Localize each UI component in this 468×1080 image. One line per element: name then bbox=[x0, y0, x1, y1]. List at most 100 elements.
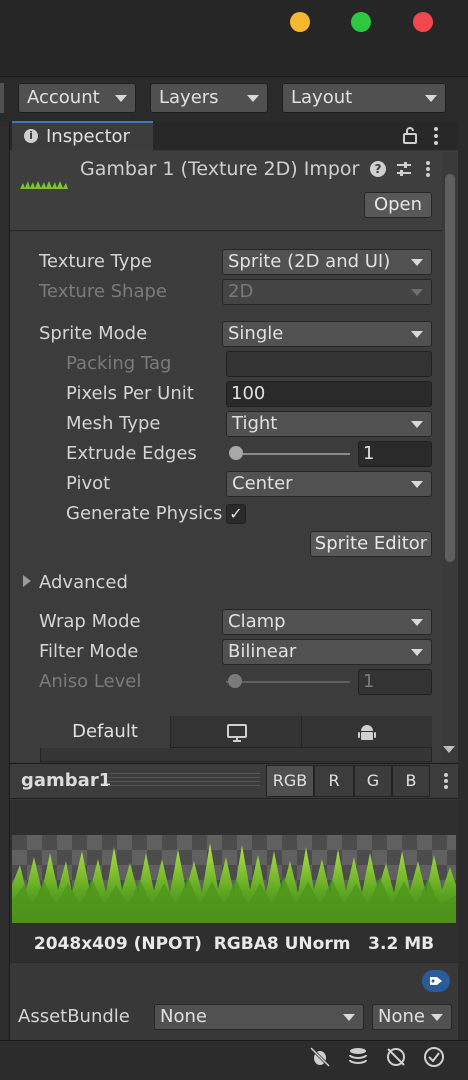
pixels-per-unit-field[interactable]: 100 bbox=[226, 381, 432, 407]
mesh-type-label: Mesh Type bbox=[66, 413, 161, 434]
pivot-value: Center bbox=[232, 473, 293, 494]
preview-more-icon[interactable] bbox=[440, 772, 452, 790]
mesh-type-value: Tight bbox=[232, 413, 278, 434]
scrollbar-thumb[interactable] bbox=[445, 174, 455, 562]
status-check-icon[interactable] bbox=[420, 1045, 448, 1073]
chevron-down-icon bbox=[425, 95, 437, 102]
chevron-down-icon bbox=[411, 619, 423, 626]
packing-tag-field bbox=[226, 351, 432, 377]
generate-physics-label: Generate Physics bbox=[66, 503, 223, 524]
wrap-mode-dropdown[interactable]: Clamp bbox=[222, 609, 432, 635]
channel-rgb-label: RGB bbox=[272, 771, 308, 790]
chevron-down-icon bbox=[411, 421, 423, 428]
extrude-edges-slider[interactable] bbox=[230, 453, 350, 455]
chevron-down-icon bbox=[431, 1014, 443, 1021]
chevron-down-icon bbox=[411, 259, 423, 266]
cache-server-icon[interactable] bbox=[344, 1045, 372, 1073]
sprite-mode-dropdown[interactable]: Single bbox=[222, 321, 432, 347]
preview-drag-handle[interactable] bbox=[108, 773, 260, 787]
preview-title: gambar1 bbox=[21, 770, 112, 791]
packing-tag-label: Packing Tag bbox=[66, 353, 172, 374]
grass-texture-image bbox=[12, 835, 456, 923]
extrude-edges-slider-knob[interactable] bbox=[229, 446, 243, 460]
assetbundle-variant-value: None bbox=[378, 1006, 425, 1027]
scroll-down-icon[interactable] bbox=[443, 746, 455, 753]
assetbundle-name-dropdown[interactable]: None bbox=[154, 1004, 364, 1030]
channel-r-button[interactable]: R bbox=[314, 765, 354, 797]
filter-mode-dropdown[interactable]: Bilinear bbox=[222, 639, 432, 665]
account-dropdown[interactable]: Account bbox=[18, 83, 136, 113]
aniso-level-slider-knob bbox=[228, 674, 242, 688]
pixels-per-unit-label: Pixels Per Unit bbox=[66, 383, 194, 404]
info-icon: i bbox=[24, 129, 38, 143]
sprite-mode-value: Single bbox=[228, 323, 284, 344]
label-tag-icon[interactable] bbox=[422, 970, 450, 992]
toolbar-left-button[interactable] bbox=[0, 83, 4, 113]
maximize-window-button[interactable] bbox=[351, 12, 371, 32]
tab-default[interactable]: Default bbox=[40, 716, 171, 748]
layers-label: Layers bbox=[159, 87, 219, 108]
pivot-label: Pivot bbox=[66, 473, 111, 494]
sprite-mode-label: Sprite Mode bbox=[39, 323, 148, 344]
assetbundle-label: AssetBundle bbox=[18, 1006, 130, 1027]
channel-b-button[interactable]: B bbox=[392, 765, 430, 797]
chevron-down-icon bbox=[411, 289, 423, 296]
channel-g-label: G bbox=[366, 771, 380, 790]
texture-shape-label: Texture Shape bbox=[39, 281, 167, 302]
generate-physics-checkbox[interactable]: ✓ bbox=[226, 504, 246, 524]
chevron-down-icon bbox=[411, 331, 423, 338]
layout-dropdown[interactable]: Layout bbox=[282, 83, 446, 113]
tab-inspector[interactable]: i Inspector bbox=[12, 121, 153, 151]
extrude-edges-field[interactable]: 1 bbox=[358, 441, 432, 467]
texture-type-dropdown[interactable]: Sprite (2D and UI) bbox=[222, 249, 432, 275]
header-title: Gambar 1 (Texture 2D) Import Settings bbox=[80, 158, 360, 180]
advanced-foldout[interactable]: Advanced bbox=[39, 572, 128, 593]
expand-triangle-icon[interactable] bbox=[23, 575, 31, 587]
channel-g-button[interactable]: G bbox=[354, 765, 392, 797]
texture-type-value: Sprite (2D and UI) bbox=[228, 251, 391, 272]
channel-r-label: R bbox=[328, 771, 340, 790]
left-panel-edge bbox=[0, 122, 10, 1040]
wrap-mode-value: Clamp bbox=[228, 611, 286, 632]
open-button[interactable]: Open bbox=[364, 192, 432, 218]
right-panel-edge bbox=[458, 122, 468, 1040]
channel-rgb-button[interactable]: RGB bbox=[266, 765, 314, 797]
texture-info-text: 2048x409 (NPOT) RGBA8 UNorm 3.2 MB bbox=[33, 934, 435, 954]
header-more-icon[interactable] bbox=[422, 160, 434, 178]
help-icon[interactable]: ? bbox=[370, 161, 386, 177]
close-window-button[interactable] bbox=[413, 12, 433, 32]
tab-standalone[interactable] bbox=[171, 716, 302, 748]
assetbundle-name-value: None bbox=[160, 1006, 207, 1027]
monitor-icon bbox=[226, 724, 248, 742]
layers-dropdown[interactable]: Layers bbox=[150, 83, 268, 113]
assetbundle-variant-dropdown[interactable]: None bbox=[372, 1004, 452, 1030]
tab-inspector-label: Inspector bbox=[46, 126, 130, 147]
aniso-level-label: Aniso Level bbox=[39, 671, 142, 692]
texture-shape-dropdown: 2D bbox=[222, 279, 432, 305]
account-label: Account bbox=[27, 87, 100, 108]
lock-icon[interactable] bbox=[402, 125, 418, 145]
aniso-level-slider bbox=[226, 681, 350, 683]
texture-thumbnail-icon bbox=[20, 176, 68, 189]
minimize-window-button[interactable] bbox=[290, 12, 310, 32]
debug-off-icon[interactable] bbox=[306, 1045, 334, 1073]
aniso-level-field: 1 bbox=[358, 669, 432, 695]
window-title-bar bbox=[0, 0, 468, 76]
chevron-down-icon bbox=[411, 481, 423, 488]
channel-b-label: B bbox=[405, 771, 417, 790]
preset-icon[interactable] bbox=[395, 160, 413, 178]
chevron-down-icon bbox=[343, 1014, 355, 1021]
texture-shape-value: 2D bbox=[228, 281, 254, 302]
auto-generate-lighting-icon[interactable] bbox=[382, 1045, 410, 1073]
more-options-icon[interactable] bbox=[430, 126, 442, 146]
chevron-down-icon bbox=[247, 95, 259, 102]
chevron-down-icon bbox=[411, 649, 423, 656]
extrude-edges-label: Extrude Edges bbox=[66, 443, 197, 464]
sprite-editor-button[interactable]: Sprite Editor bbox=[310, 531, 432, 557]
tab-default-label: Default bbox=[72, 721, 138, 742]
tab-android[interactable] bbox=[302, 716, 432, 748]
wrap-mode-label: Wrap Mode bbox=[39, 611, 141, 632]
mesh-type-dropdown[interactable]: Tight bbox=[226, 411, 432, 437]
pivot-dropdown[interactable]: Center bbox=[226, 471, 432, 497]
android-icon bbox=[357, 723, 377, 743]
